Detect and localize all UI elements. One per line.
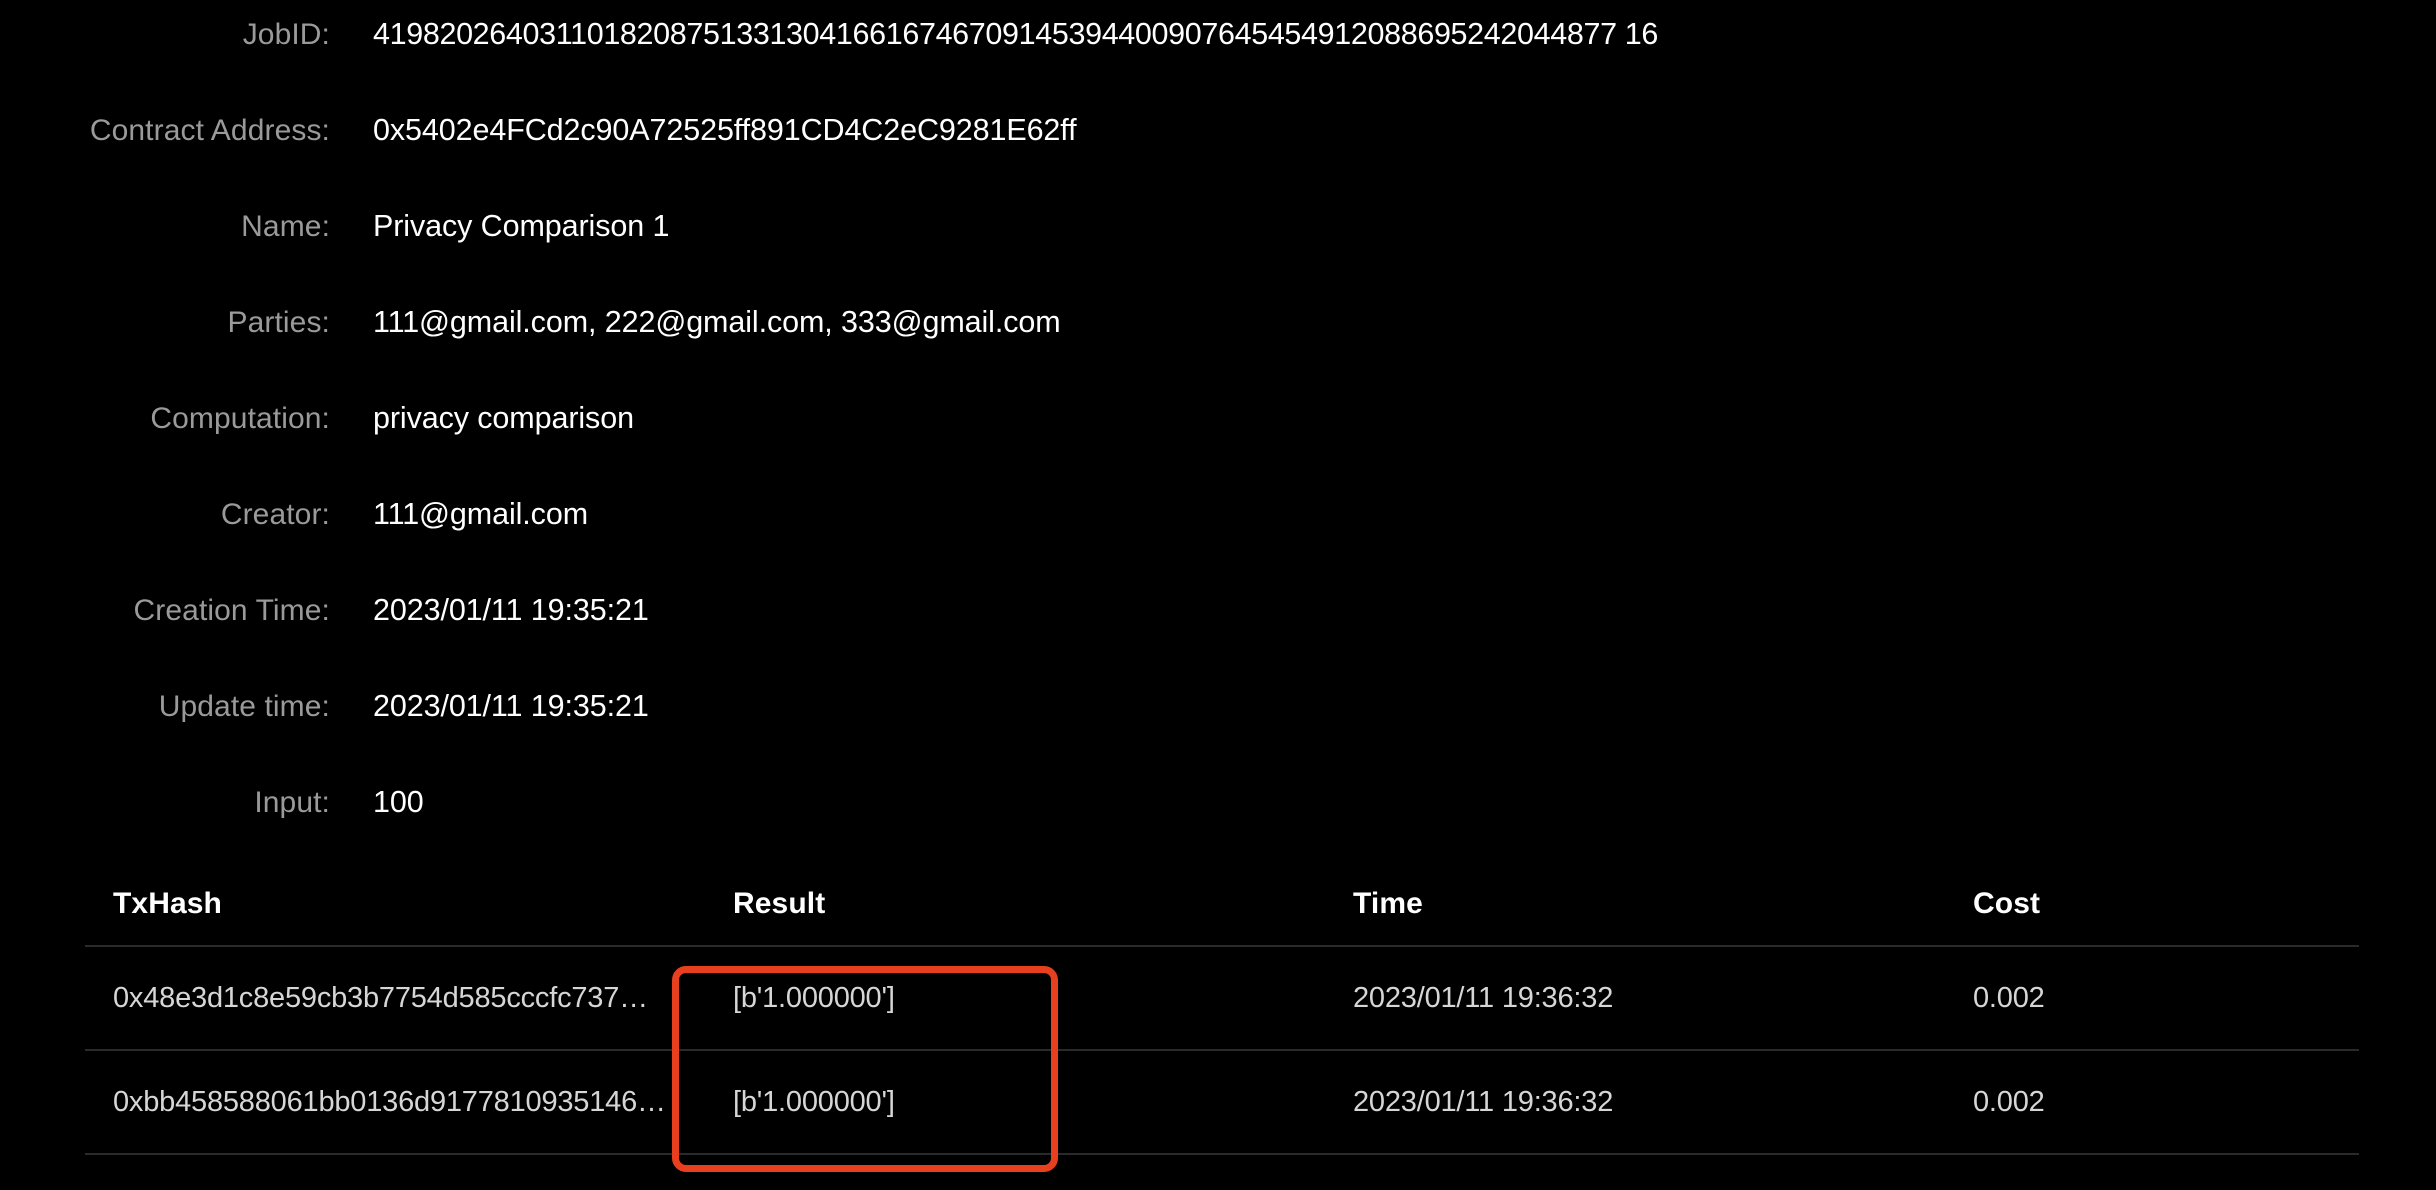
cell-time: 2023/01/11 19:36:32	[1325, 1050, 1945, 1155]
detail-row-jobid: JobID: 419820264031101820875133130416616…	[0, 0, 2436, 82]
column-header-txhash[interactable]: TxHash	[85, 872, 705, 947]
detail-value-creator: 111@gmail.com	[373, 497, 588, 531]
job-detail-page: JobID: 419820264031101820875133130416616…	[0, 0, 2436, 1190]
detail-row-name: Name: Privacy Comparison 1	[0, 178, 2436, 274]
table-row[interactable]: 0xbb458588061bb0136d9177810935146… [b'1.…	[85, 1050, 2359, 1155]
detail-label-update-time: Update time:	[158, 690, 330, 723]
detail-label-computation: Computation:	[150, 402, 330, 435]
detail-label-creation-time: Creation Time:	[133, 594, 330, 627]
cell-result: [b'1.000000']	[705, 1050, 1325, 1155]
transactions-table: TxHash Result Time Cost 0x48e3d1c8e59cb3…	[85, 872, 2359, 1155]
transactions-table-head: TxHash Result Time Cost	[85, 872, 2359, 947]
cell-time: 2023/01/11 19:36:32	[1325, 946, 1945, 1051]
detail-label-jobid: JobID:	[242, 18, 330, 51]
detail-row-contract-address: Contract Address: 0x5402e4FCd2c90A72525f…	[0, 82, 2436, 178]
detail-row-creator: Creator: 111@gmail.com	[0, 466, 2436, 562]
detail-label-parties: Parties:	[227, 306, 330, 339]
cell-cost: 0.002	[1945, 946, 2359, 1051]
table-row[interactable]: 0x48e3d1c8e59cb3b7754d585cccfc737… [b'1.…	[85, 946, 2359, 1051]
cell-txhash[interactable]: 0xbb458588061bb0136d9177810935146…	[85, 1050, 705, 1155]
detail-row-computation: Computation: privacy comparison	[0, 370, 2436, 466]
detail-value-computation: privacy comparison	[373, 401, 634, 435]
column-header-time[interactable]: Time	[1325, 872, 1945, 947]
detail-label-name: Name:	[241, 210, 330, 243]
detail-row-input: Input: 100	[0, 754, 2436, 850]
detail-value-contract-address: 0x5402e4FCd2c90A72525ff891CD4C2eC9281E62…	[373, 113, 1077, 147]
detail-label-creator: Creator:	[220, 498, 330, 531]
cell-cost: 0.002	[1945, 1050, 2359, 1155]
detail-value-update-time: 2023/01/11 19:35:21	[373, 689, 649, 723]
cell-txhash[interactable]: 0x48e3d1c8e59cb3b7754d585cccfc737…	[85, 946, 705, 1051]
detail-value-input: 100	[373, 785, 424, 819]
detail-value-creation-time: 2023/01/11 19:35:21	[373, 593, 649, 627]
detail-row-creation-time: Creation Time: 2023/01/11 19:35:21	[0, 562, 2436, 658]
detail-value-jobid: 4198202640311018208751331304166167467091…	[373, 17, 1659, 51]
column-header-result[interactable]: Result	[705, 872, 1325, 947]
job-detail-list: JobID: 419820264031101820875133130416616…	[0, 0, 2436, 850]
detail-row-parties: Parties: 111@gmail.com, 222@gmail.com, 3…	[0, 274, 2436, 370]
cell-result: [b'1.000000']	[705, 946, 1325, 1051]
detail-label-contract-address: Contract Address:	[89, 114, 330, 147]
detail-label-input: Input:	[254, 786, 330, 819]
column-header-cost[interactable]: Cost	[1945, 872, 2359, 947]
detail-row-update-time: Update time: 2023/01/11 19:35:21	[0, 658, 2436, 754]
detail-value-parties: 111@gmail.com, 222@gmail.com, 333@gmail.…	[373, 305, 1061, 339]
table-header-row: TxHash Result Time Cost	[85, 872, 2359, 947]
detail-value-name: Privacy Comparison 1	[373, 209, 670, 243]
transactions-table-body: 0x48e3d1c8e59cb3b7754d585cccfc737… [b'1.…	[85, 946, 2359, 1155]
